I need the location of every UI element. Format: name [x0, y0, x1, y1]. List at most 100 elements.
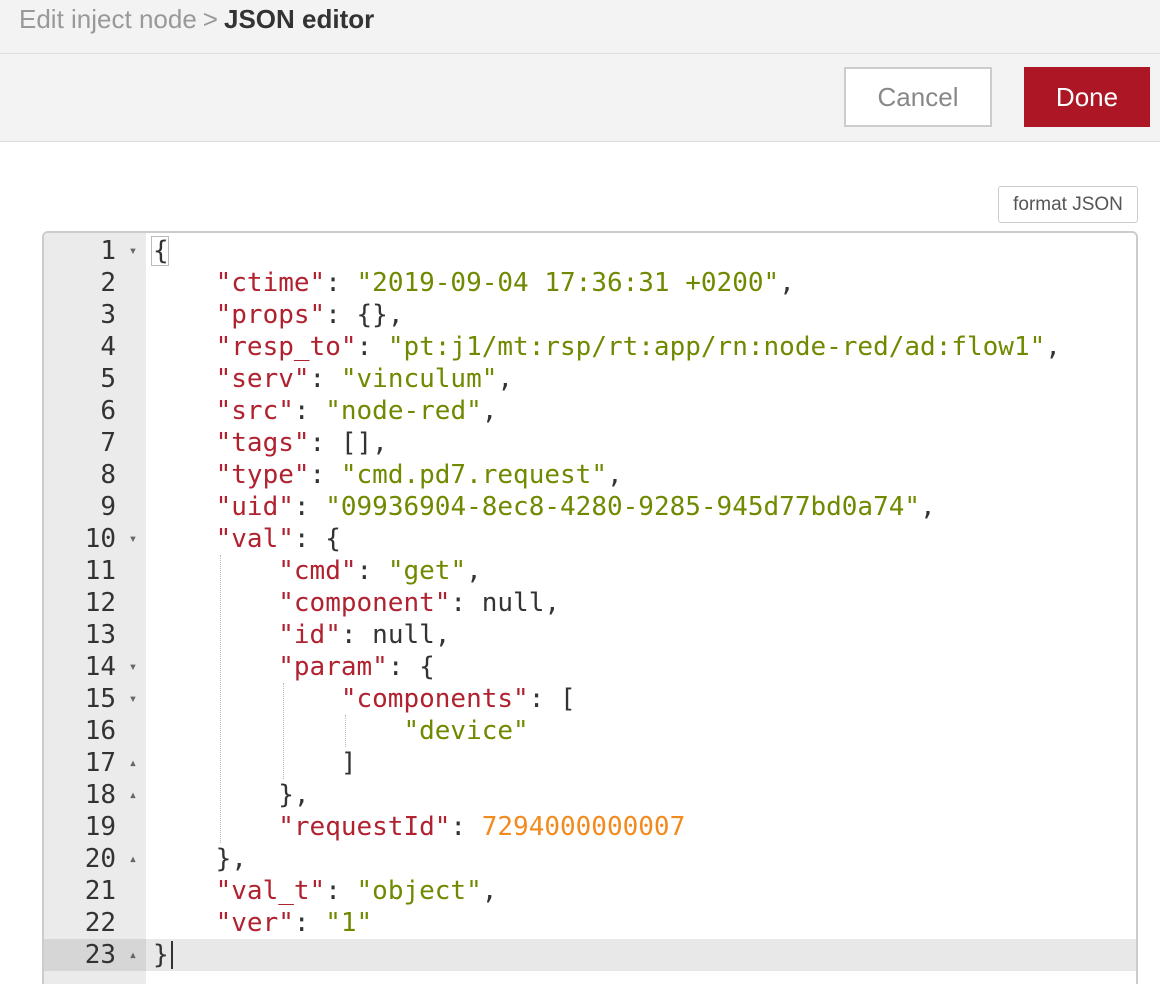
text-cursor [170, 941, 173, 969]
line-number: 23 [84, 940, 116, 970]
breadcrumb: Edit inject node > JSON editor [19, 4, 374, 34]
line-number: 13 [84, 620, 116, 650]
line-number: 5 [100, 364, 116, 394]
line-number-cell: 23 ▴ [44, 939, 146, 971]
line-number-cell: 19 [44, 811, 146, 843]
code-line[interactable]: 5 "serv": "vinculum", [44, 363, 1136, 395]
done-button[interactable]: Done [1024, 67, 1150, 127]
caret-up-icon[interactable]: ▴ [126, 779, 140, 811]
line-number: 3 [100, 300, 116, 330]
code-text: "component": null, [278, 588, 560, 618]
code-line[interactable]: 4 "resp_to": "pt:j1/mt:rsp/rt:app/rn:nod… [44, 331, 1136, 363]
line-number-cell: 5 [44, 363, 146, 395]
line-number: 14 [84, 652, 116, 682]
line-number: 17 [84, 748, 116, 778]
code-text: "uid": "09936904-8ec8-4280-9285-945d77bd… [215, 492, 936, 522]
line-number: 20 [84, 844, 116, 874]
caret-down-icon[interactable]: ▾ [126, 523, 140, 555]
line-number-cell: 2 [44, 267, 146, 299]
code-line[interactable]: 15 ▾ "components": [ [44, 683, 1136, 715]
code-line[interactable]: 18 ▴ }, [44, 779, 1136, 811]
line-number-cell: 1 ▾ [44, 235, 146, 267]
code-line[interactable]: 1 ▾{ [44, 235, 1136, 267]
code-text: "type": "cmd.pd7.request", [215, 460, 623, 490]
code-text: }, [153, 780, 310, 810]
caret-up-icon[interactable]: ▴ [126, 747, 140, 779]
code-line[interactable]: 6 "src": "node-red", [44, 395, 1136, 427]
cancel-button[interactable]: Cancel [844, 67, 992, 127]
caret-up-icon[interactable]: ▴ [126, 939, 140, 971]
code-lines: 1 ▾{2 "ctime": "2019-09-04 17:36:31 +0200… [44, 233, 1136, 984]
line-number-cell: 22 [44, 907, 146, 939]
line-number: 4 [100, 332, 116, 362]
caret-down-icon[interactable]: ▾ [126, 651, 140, 683]
line-number: 15 [84, 684, 116, 714]
line-number: 9 [100, 492, 116, 522]
caret-down-icon[interactable]: ▾ [126, 683, 140, 715]
code-text: "components": [ [340, 684, 576, 714]
code-line[interactable]: 8 "type": "cmd.pd7.request", [44, 459, 1136, 491]
dialog-header: Edit inject node > JSON editor [0, 0, 1160, 54]
code-line[interactable]: 16 "device" [44, 715, 1136, 747]
line-number: 10 [84, 524, 116, 554]
dialog-toolbar: Cancel Done [0, 54, 1160, 142]
line-number-cell: 16 [44, 715, 146, 747]
caret-up-icon[interactable]: ▴ [126, 843, 140, 875]
code-line[interactable]: 11 "cmd": "get", [44, 555, 1136, 587]
line-number: 12 [84, 588, 116, 618]
code-line[interactable]: 17 ▴ ] [44, 747, 1136, 779]
matching-brace-highlight [151, 236, 169, 266]
code-text: "ver": "1" [215, 908, 373, 938]
json-code-editor[interactable]: 1 ▾{2 "ctime": "2019-09-04 17:36:31 +0200… [42, 231, 1138, 984]
code-line[interactable]: 14 ▾ "param": { [44, 651, 1136, 683]
line-number-cell: 15 ▾ [44, 683, 146, 715]
dialog-content: format JSON 1 ▾{2 "ctime": "2019-09-04 17… [0, 142, 1160, 984]
line-number: 1 [100, 236, 116, 266]
line-number: 8 [100, 460, 116, 490]
code-line[interactable]: 20 ▴ }, [44, 843, 1136, 875]
code-text: "id": null, [278, 620, 451, 650]
line-number-cell: 8 [44, 459, 146, 491]
line-number: 16 [84, 716, 116, 746]
line-number-cell: 17 ▴ [44, 747, 146, 779]
code-line[interactable]: 21 "val_t": "object", [44, 875, 1136, 907]
code-text: "tags": [], [215, 428, 388, 458]
caret-down-icon[interactable]: ▾ [126, 235, 140, 267]
code-text: "ctime": "2019-09-04 17:36:31 +0200", [215, 268, 795, 298]
code-line[interactable]: 12 "component": null, [44, 587, 1136, 619]
line-number: 11 [84, 556, 116, 586]
code-line[interactable]: 2 "ctime": "2019-09-04 17:36:31 +0200", [44, 267, 1136, 299]
line-number: 19 [84, 812, 116, 842]
code-text: "serv": "vinculum", [215, 364, 514, 394]
code-text: "val_t": "object", [215, 876, 498, 906]
breadcrumb-parent[interactable]: Edit inject node [19, 4, 197, 34]
code-text: "props": {}, [215, 300, 404, 330]
line-number: 2 [100, 268, 116, 298]
code-line[interactable]: 22 "ver": "1" [44, 907, 1136, 939]
line-number-cell: 3 [44, 299, 146, 331]
line-number: 22 [84, 908, 116, 938]
line-number-cell: 12 [44, 587, 146, 619]
code-line[interactable]: 9 "uid": "09936904-8ec8-4280-9285-945d77… [44, 491, 1136, 523]
code-text: "requestId": 7294000000007 [278, 812, 686, 842]
line-number: 18 [84, 780, 116, 810]
line-number-cell: 20 ▴ [44, 843, 146, 875]
format-json-button[interactable]: format JSON [998, 186, 1138, 223]
code-text: } [153, 940, 169, 970]
code-line[interactable]: 13 "id": null, [44, 619, 1136, 651]
indent-guide [282, 683, 284, 779]
code-line[interactable]: 3 "props": {}, [44, 299, 1136, 331]
code-line[interactable]: 7 "tags": [], [44, 427, 1136, 459]
breadcrumb-current: JSON editor [223, 4, 375, 34]
code-line[interactable]: 23 ▴} [44, 939, 1136, 971]
line-number-cell: 9 [44, 491, 146, 523]
code-text: "device" [403, 716, 529, 746]
line-number: 7 [100, 428, 116, 458]
line-number-cell: 10 ▾ [44, 523, 146, 555]
line-number-cell: 18 ▴ [44, 779, 146, 811]
code-text: "val": { [215, 524, 341, 554]
line-number-cell: 21 [44, 875, 146, 907]
code-line[interactable]: 19 "requestId": 7294000000007 [44, 811, 1136, 843]
indent-guide [345, 715, 347, 747]
code-line[interactable]: 10 ▾ "val": { [44, 523, 1136, 555]
